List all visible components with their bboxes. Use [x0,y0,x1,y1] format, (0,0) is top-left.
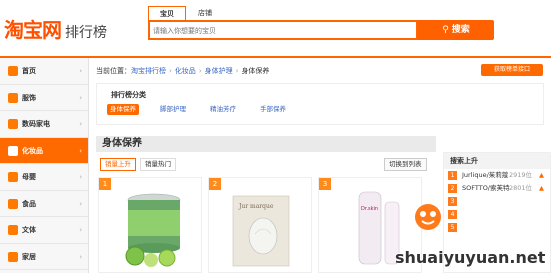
rank-badge: 2 [209,178,221,190]
list-item[interactable]: 2 SOFTTO/索芙特 2801位 ▲ [444,182,550,195]
sidebar-item-label: 数码家电 [22,120,50,128]
rank-number: 1 [448,171,457,180]
rank-badge: 3 [319,178,331,190]
category-box: 排行榜分类 身体保养 脚部护理 精油芳疗 手部保养 [96,83,544,125]
chevron-right-icon: › [79,226,82,234]
product-image[interactable]: Jur marque [229,188,299,268]
watermark-text: shuaiyuyuan.net [395,248,546,267]
search-rising-title: 搜索上升 [444,153,550,169]
sidebar-item-food[interactable]: 食品 › [0,191,88,217]
cosmetics-icon [8,145,18,156]
arrow-up-icon: ▲ [539,184,544,192]
list-item[interactable]: 1 Jurlique/茱莉蔻 2919位 ▲ [444,169,550,182]
sidebar-item-label: 家居 [22,252,36,261]
chevron-right-icon: › [79,146,82,155]
watermark: shuaiyuyuan.net [395,198,551,273]
sidebar-item-baby[interactable]: 母婴 › [0,164,88,191]
arrow-up-icon: ▲ [539,171,544,179]
logo-main: 淘宝网 [4,18,62,42]
breadcrumb-separator: › [169,67,172,75]
breadcrumb-separator: › [235,67,239,75]
chevron-right-icon: › [79,93,82,102]
brand-name: SOFTTO/索芙特 [462,184,510,192]
product-brand: Jur marque [238,203,274,210]
sidebar-item-label: 服饰 [22,93,36,102]
brand-name: Jurlique/茱莉蔻 [462,171,509,179]
sort-tab-hot[interactable]: 销量热门 [140,158,176,171]
breadcrumb: 当前位置：淘宝排行榜 › 化妆品 › 身体护理 › 身体保养 [96,66,269,76]
category-hand-care[interactable]: 手部保养 [257,104,289,115]
rank-value: 2919位 [508,171,532,179]
baby-icon [8,172,18,182]
sidebar-item-label: 食品 [22,199,36,208]
sidebar-item-electronics[interactable]: 数码家电 › [0,111,88,138]
home-goods-icon [8,251,18,262]
sidebar-item-label: 文体 [22,226,36,234]
sort-tab-rising[interactable]: 销量上升 [100,158,136,171]
product-grid: 1 2 Jur marque 3 Dr.skin [98,177,428,273]
sidebar-item-cosmetics[interactable]: 化妆品 › [0,137,88,164]
get-list-button[interactable]: 获取榜单接口 [481,64,543,76]
logo[interactable]: 淘宝网 排行榜 [4,14,107,43]
chevron-right-icon: › [79,67,82,75]
chevron-right-icon: › [79,199,82,208]
electronics-icon [8,119,18,129]
search-icon: ⚲ [442,25,449,35]
breadcrumb-link-bodycare[interactable]: 身体护理 [205,67,233,75]
sports-icon [8,225,18,235]
home-icon [8,66,18,76]
search-tab-shops[interactable]: 店铺 [186,6,224,20]
breadcrumb-link-cosmetics[interactable]: 化妆品 [175,67,196,75]
category-body-care[interactable]: 身体保养 [107,104,139,115]
search-button[interactable]: ⚲ 搜索 [418,20,494,40]
logo-sub: 排行榜 [65,25,107,41]
apparel-icon [8,92,18,103]
section-title: 身体保养 [96,136,436,152]
search-area: 宝贝 店铺 ⚲搜索 [148,6,494,40]
breadcrumb-prefix: 当前位置： [96,67,131,75]
sidebar-item-label: 首页 [22,67,36,75]
sort-tabs: 销量上升 销量热门 [100,158,180,171]
watermark-logo-icon [415,204,441,230]
rank-number: 2 [448,184,457,193]
rank-value: 2801位 [508,184,532,192]
sidebar-item-apparel[interactable]: 服饰 › [0,85,88,111]
category-foot-care[interactable]: 脚部护理 [157,104,189,115]
search-tab-items[interactable]: 宝贝 [148,6,186,20]
breadcrumb-current: 身体保养 [241,67,270,75]
rank-badge: 1 [99,178,111,190]
chevron-right-icon: › [79,252,82,261]
chevron-right-icon: › [79,120,82,128]
sidebar-item-label: 化妆品 [22,146,43,155]
product-card[interactable]: 2 Jur marque [208,177,312,273]
chevron-right-icon: › [79,173,82,181]
search-button-label: 搜索 [451,25,470,35]
category-essential-oil[interactable]: 精油芳疗 [207,104,239,115]
product-card[interactable]: 1 [98,177,202,273]
category-list: 身体保养 脚部护理 精油芳疗 手部保养 [107,104,307,115]
product-image[interactable] [119,188,189,268]
sidebar-item-home[interactable]: 首页 › [0,58,88,85]
search-tabs: 宝贝 店铺 [148,6,224,20]
breadcrumb-separator: › [198,67,202,75]
search-box [148,20,418,40]
sidebar-item-sports[interactable]: 文体 › [0,217,88,244]
category-title: 排行榜分类 [111,91,146,99]
sidebar: 首页 › 服饰 › 数码家电 › 化妆品 › 母婴 › 食品 › 文体 › 家居 › [0,58,89,273]
sidebar-item-label: 母婴 [22,173,36,181]
site-header: 淘宝网 排行榜 宝贝 店铺 ⚲搜索 [0,0,551,58]
food-icon [8,198,18,209]
sidebar-item-home-goods[interactable]: 家居 › [0,244,88,270]
product-brand: Dr.skin [361,206,378,212]
search-input[interactable] [153,25,408,37]
switch-to-list-button[interactable]: 切换到列表 [384,158,427,171]
breadcrumb-link-ranking[interactable]: 淘宝排行榜 [131,67,166,75]
